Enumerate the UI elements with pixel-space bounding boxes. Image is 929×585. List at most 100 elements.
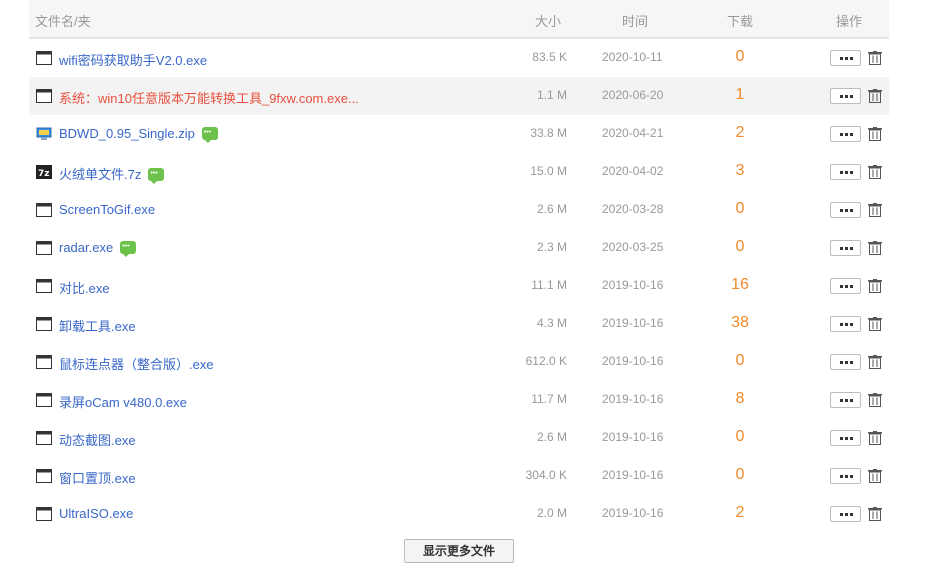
file-name-text: 对比.exe [59, 281, 110, 296]
file-name-link[interactable]: BDWD_0.95_Single.zip [59, 126, 218, 143]
file-name-link[interactable]: 对比.exe [59, 278, 110, 297]
more-options-button[interactable] [830, 50, 861, 66]
header-name[interactable]: 文件名/夹 [35, 11, 91, 30]
more-options-button[interactable] [830, 126, 861, 142]
file-name-link[interactable]: radar.exe [59, 240, 137, 257]
file-name-link[interactable]: 系统：win10任意版本万能转换工具_9fxw.com.exe... [59, 88, 359, 107]
file-time: 2020-10-11 [602, 50, 663, 64]
more-options-button[interactable] [830, 316, 861, 332]
more-options-button[interactable] [830, 164, 861, 180]
table-row[interactable]: 录屏oCam v480.0.exe 11.7 M 2019-10-16 8 [29, 381, 889, 419]
file-name-link[interactable]: 火绒单文件.7z [59, 164, 165, 184]
file-name-text: wifi密码获取助手V2.0.exe [59, 53, 208, 68]
file-name-link[interactable]: 卸载工具.exe [59, 316, 136, 335]
delete-icon[interactable] [868, 89, 882, 103]
delete-icon[interactable] [868, 51, 882, 65]
file-name-link[interactable]: 动态截图.exe [59, 430, 136, 449]
file-name-link[interactable]: ScreenToGif.exe [59, 202, 155, 217]
table-row[interactable]: 窗口置顶.exe 304.0 K 2019-10-16 0 [29, 457, 889, 495]
more-options-button[interactable] [830, 202, 861, 218]
download-count: 2 [735, 504, 745, 521]
more-options-button[interactable] [830, 278, 861, 294]
delete-icon[interactable] [868, 355, 882, 369]
comment-icon[interactable] [148, 168, 165, 184]
file-size: 1.1 M [536, 88, 567, 102]
file-size: 612.0 K [525, 354, 567, 368]
table-row[interactable]: 7z 火绒单文件.7z 15.0 M 2020-04-02 3 [29, 153, 889, 191]
table-header: 文件名/夹 大小 时间 下载 操作 [29, 0, 889, 39]
file-size: 304.0 K [525, 468, 567, 482]
delete-icon[interactable] [868, 279, 882, 293]
delete-icon[interactable] [868, 431, 882, 445]
download-count: 0 [735, 428, 745, 445]
show-more-files-button[interactable]: 显示更多文件 [404, 539, 514, 563]
exe-icon [36, 469, 52, 483]
file-name-link[interactable]: wifi密码获取助手V2.0.exe [59, 50, 207, 69]
delete-icon[interactable] [868, 469, 882, 483]
file-time: 2019-10-16 [602, 430, 664, 444]
comment-icon[interactable] [201, 127, 218, 143]
table-row[interactable]: radar.exe 2.3 M 2020-03-25 0 [29, 229, 889, 267]
file-name-link[interactable]: 窗口置顶.exe [59, 468, 136, 487]
download-count: 0 [735, 200, 745, 217]
delete-icon[interactable] [868, 317, 882, 331]
exe-icon [36, 507, 52, 521]
7z-icon: 7z [36, 165, 52, 179]
file-name-text: 录屏oCam v480.0.exe [59, 395, 187, 410]
file-size: 33.8 M [530, 126, 567, 140]
delete-icon[interactable] [868, 393, 882, 407]
table-row[interactable]: 卸载工具.exe 4.3 M 2019-10-16 38 [29, 305, 889, 343]
table-row[interactable]: 系统：win10任意版本万能转换工具_9fxw.com.exe... 1.1 M 2… [29, 77, 889, 115]
table-row[interactable]: UltraISO.exe 2.0 M 2019-10-16 2 [29, 495, 889, 533]
file-name-link[interactable]: 鼠标连点器（整合版）.exe [59, 354, 214, 373]
delete-icon[interactable] [868, 507, 882, 521]
more-options-button[interactable] [830, 240, 861, 256]
delete-icon[interactable] [868, 127, 882, 141]
file-table: 文件名/夹 大小 时间 下载 操作 wifi密码获取助手V2.0.exe 83.5… [29, 0, 889, 533]
more-options-button[interactable] [830, 506, 861, 522]
file-time: 2020-03-25 [602, 240, 664, 254]
delete-icon[interactable] [868, 203, 882, 217]
table-row[interactable]: 对比.exe 11.1 M 2019-10-16 16 [29, 267, 889, 305]
download-count: 2 [735, 124, 745, 141]
file-name-link[interactable]: UltraISO.exe [59, 506, 133, 521]
download-count: 8 [735, 390, 745, 407]
download-count: 38 [731, 314, 749, 331]
file-size: 2.0 M [536, 506, 567, 520]
table-row[interactable]: 鼠标连点器（整合版）.exe 612.0 K 2019-10-16 0 [29, 343, 889, 381]
file-size: 2.3 M [536, 240, 567, 254]
header-time[interactable]: 时间 [622, 11, 648, 30]
file-time: 2020-06-20 [602, 88, 664, 102]
file-name-link[interactable]: 录屏oCam v480.0.exe [59, 392, 187, 411]
file-time: 2019-10-16 [602, 392, 664, 406]
svg-text:7z: 7z [38, 169, 50, 179]
delete-icon[interactable] [868, 241, 882, 255]
more-options-button[interactable] [830, 468, 861, 484]
download-count: 1 [735, 86, 745, 103]
table-row[interactable]: wifi密码获取助手V2.0.exe 83.5 K 2020-10-11 0 [29, 39, 889, 77]
file-size: 11.1 M [531, 278, 567, 292]
file-name-text: 火绒单文件.7z [59, 167, 142, 182]
file-name-text: radar.exe [59, 240, 114, 255]
file-name-text: 系统：win10任意版本万能转换工具_9fxw.com.exe... [59, 91, 359, 106]
delete-icon[interactable] [868, 165, 882, 179]
table-row[interactable]: 动态截图.exe 2.6 M 2019-10-16 0 [29, 419, 889, 457]
more-options-button[interactable] [830, 88, 861, 104]
download-count: 0 [735, 466, 745, 483]
table-row[interactable]: ScreenToGif.exe 2.6 M 2020-03-28 0 [29, 191, 889, 229]
exe-icon [36, 355, 52, 369]
download-count: 3 [735, 162, 745, 179]
file-time: 2020-04-21 [602, 126, 664, 140]
file-size: 4.3 M [536, 316, 567, 330]
exe-icon [36, 241, 52, 255]
more-options-button[interactable] [830, 392, 861, 408]
header-size[interactable]: 大小 [535, 11, 561, 30]
header-downloads[interactable]: 下载 [727, 11, 753, 30]
exe-icon [36, 279, 52, 293]
more-options-button[interactable] [830, 430, 861, 446]
more-options-button[interactable] [830, 354, 861, 370]
file-size: 2.6 M [536, 430, 567, 444]
table-row[interactable]: BDWD_0.95_Single.zip 33.8 M 2020-04-21 2 [29, 115, 889, 153]
download-count: 0 [735, 352, 745, 369]
comment-icon[interactable] [120, 241, 137, 257]
